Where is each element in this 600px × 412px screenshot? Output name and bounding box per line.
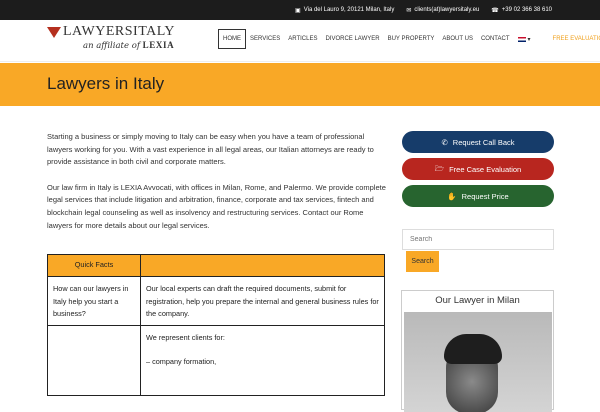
site-logo[interactable]: LAWYERSITALY an affiliate of LEXIA xyxy=(47,24,192,58)
envelope-icon: ✉ xyxy=(406,7,412,14)
free-case-evaluation-label: Free Case Evaluation xyxy=(449,164,522,174)
site-header: LAWYERSITALY an affiliate of LEXIA HOME … xyxy=(0,20,600,62)
table-row: We represent clients for: – company form… xyxy=(47,324,385,396)
language-switcher[interactable]: ▾ xyxy=(514,29,535,49)
fact-answer: We represent clients for: – company form… xyxy=(140,324,385,396)
quick-facts-header-blank xyxy=(140,254,385,277)
fact-question xyxy=(47,324,141,396)
nav-home[interactable]: HOME xyxy=(218,29,246,49)
lawyer-widget: Our Lawyer in Milan xyxy=(401,290,554,412)
nav-about-us[interactable]: ABOUT US xyxy=(438,29,477,49)
phone-icon: ☎ xyxy=(491,7,499,14)
phone-icon: ✆ xyxy=(441,137,448,147)
request-price-label: Request Price xyxy=(461,191,509,201)
uk-flag-icon xyxy=(517,36,526,42)
sidebar: ✆ Request Call Back 🗁 Free Case Evaluati… xyxy=(402,131,554,272)
fact-question: How can our lawyers in Italy help you st… xyxy=(47,276,141,326)
folder-icon: 🗁 xyxy=(434,163,445,173)
free-case-evaluation-button[interactable]: 🗁 Free Case Evaluation xyxy=(402,158,554,180)
lawyer-widget-title: Our Lawyer in Milan xyxy=(435,295,520,306)
nav-free-evaluation[interactable]: FREE EVALUATION xyxy=(549,29,600,49)
address-item[interactable]: ▣ Via del Lauro 9, 20121 Milan, Italy xyxy=(295,7,394,14)
lawyer-photo xyxy=(404,312,552,412)
title-banner: Lawyers in Italy xyxy=(0,63,600,106)
intro-paragraph-1: Starting a business or simply moving to … xyxy=(47,132,374,167)
email-text: clients(at)lawyersitaly.eu xyxy=(414,7,480,13)
logo-text: LAWYERSITALY xyxy=(63,24,176,39)
logo-brand: LAWYERSITALY xyxy=(47,24,175,40)
request-call-back-label: Request Call Back xyxy=(452,137,515,147)
nav-divorce-lawyer[interactable]: DIVORCE LAWYER xyxy=(321,29,383,49)
map-icon: ▣ xyxy=(295,7,301,14)
logo-affiliate: an affiliate of LEXIA xyxy=(83,40,174,51)
fact-answer: Our local experts can draft the required… xyxy=(140,276,385,326)
address-text: Via del Lauro 9, 20121 Milan, Italy xyxy=(303,7,395,13)
intro-paragraph-2: Our law firm in Italy is LEXIA Avvocati,… xyxy=(47,182,386,230)
nav-contact[interactable]: CONTACT xyxy=(477,29,514,49)
request-price-button[interactable]: ✋ Request Price xyxy=(402,185,554,207)
table-header-row: Quick Facts xyxy=(47,254,385,277)
fact-answer-line: We represent clients for: xyxy=(146,332,225,342)
request-call-back-button[interactable]: ✆ Request Call Back xyxy=(402,131,554,153)
nav-services[interactable]: SERVICES xyxy=(246,29,284,49)
page-title: Lawyers in Italy xyxy=(47,74,165,93)
quick-facts-table: Quick Facts How can our lawyers in Italy… xyxy=(47,254,385,396)
email-item[interactable]: ✉ clients(at)lawyersitaly.eu xyxy=(406,7,479,14)
main-nav: HOME SERVICES ARTICLES DIVORCE LAWYER BU… xyxy=(218,29,600,49)
main-content: Starting a business or simply moving to … xyxy=(47,131,387,245)
phone-text: +39 02 366 38 610 xyxy=(501,7,552,13)
fact-answer-line: – company formation, xyxy=(146,357,217,367)
quick-facts-header: Quick Facts xyxy=(47,254,141,277)
search-input[interactable] xyxy=(402,229,554,250)
hand-money-icon: ✋ xyxy=(447,191,457,201)
search-button[interactable]: Search xyxy=(406,251,439,272)
logo-triangle-icon xyxy=(47,26,61,38)
affiliate-name: LEXIA xyxy=(142,40,175,50)
phone-item[interactable]: ☎ +39 02 366 38 610 xyxy=(491,7,552,14)
affiliate-text: an affiliate of xyxy=(83,41,140,51)
top-contact-bar: ▣ Via del Lauro 9, 20121 Milan, Italy ✉ … xyxy=(0,0,600,20)
nav-articles[interactable]: ARTICLES xyxy=(284,29,321,49)
nav-buy-property[interactable]: BUY PROPERTY xyxy=(384,29,439,49)
table-row: How can our lawyers in Italy help you st… xyxy=(47,276,385,326)
chevron-down-icon: ▾ xyxy=(527,36,531,43)
